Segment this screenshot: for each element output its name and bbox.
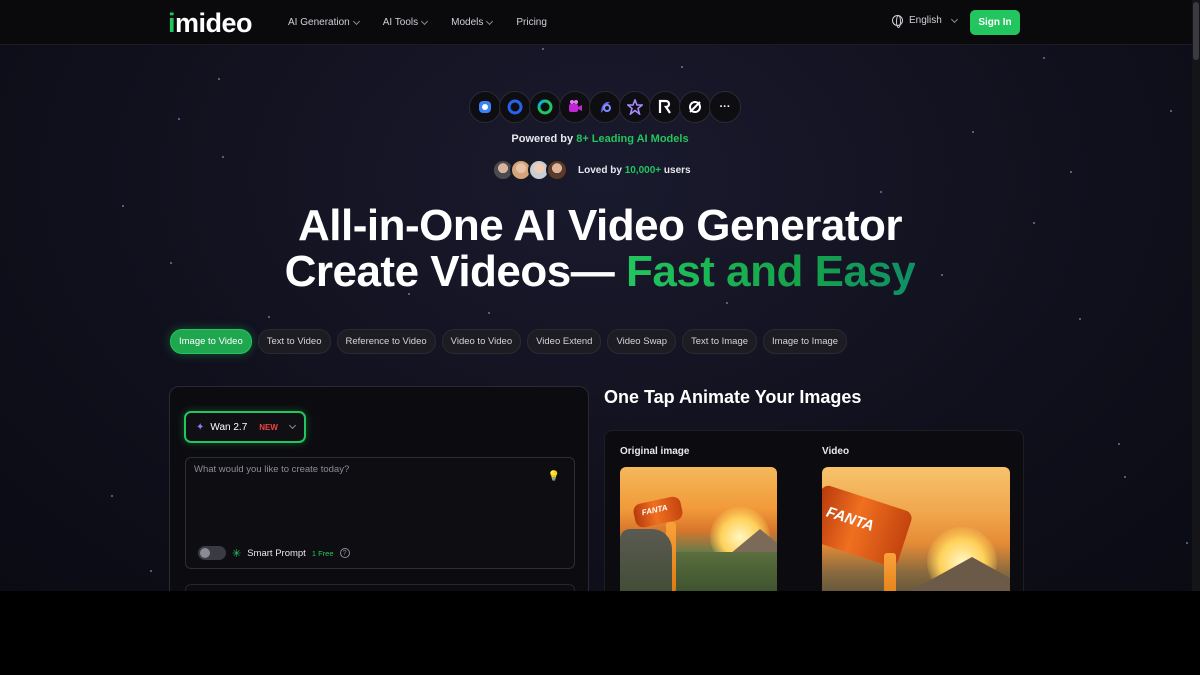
loved-suffix: users [661, 164, 691, 176]
prompt-input[interactable] [186, 458, 526, 498]
tab-image-to-video[interactable]: Image to Video [170, 329, 252, 354]
circle-icon [499, 91, 531, 123]
nav-ai-generation-label: AI Generation [288, 17, 350, 28]
smart-prompt-label: Smart Prompt [247, 547, 306, 559]
video-label: Video [822, 446, 850, 457]
hero-title-accent: Fast and Easy [625, 247, 916, 296]
ai-model-icons: ··· [469, 91, 741, 123]
logo-text: mideo [175, 8, 253, 38]
kling-icon [529, 91, 561, 123]
loved-count: 10,000+ [624, 164, 662, 176]
loved-by-users: Loved by 10,000+ users [492, 159, 691, 181]
language-label: English [909, 15, 942, 26]
globe-icon [892, 15, 903, 28]
camera-icon [559, 91, 591, 123]
star-icon [619, 91, 651, 123]
scrollbar-thumb[interactable] [1193, 2, 1199, 60]
soda-pour [884, 553, 896, 591]
tab-reference-to-video[interactable]: Reference to Video [336, 329, 436, 354]
sparkle-icon: ✳ [232, 547, 242, 560]
nav-pricing[interactable]: Pricing [516, 17, 547, 28]
page-viewport: imideo AI Generation AI Tools Models Pri… [0, 0, 1200, 591]
wan-model-icon: ✦ [196, 421, 205, 433]
hero-title: All-in-One AI Video Generator Create Vid… [0, 203, 1200, 295]
rock [620, 529, 672, 591]
loved-by-text: Loved by 10,000+ users [578, 165, 691, 176]
hero-title-line2: Create Videos— Fast and Easy [0, 249, 1200, 295]
avatar [546, 159, 568, 181]
showcase-title: One Tap Animate Your Images [604, 387, 862, 407]
can-label: FANTA [640, 503, 669, 518]
generator-panel: ✦ Wan 2.7 NEW 💡 ✳ Smart Prompt 1 Free ? [169, 386, 589, 591]
chevron-down-icon [352, 17, 360, 25]
prompt-box: 💡 ✳ Smart Prompt 1 Free ? [185, 457, 575, 569]
soda-can: FANTA [822, 483, 914, 569]
tab-text-to-image[interactable]: Text to Image [682, 329, 758, 354]
tab-video-to-video[interactable]: Video to Video [441, 329, 522, 354]
imideo-logo[interactable]: imideo [168, 8, 253, 39]
loved-prefix: Loved by [578, 164, 625, 176]
tab-image-to-image[interactable]: Image to Image [763, 329, 848, 354]
nav-models-label: Models [451, 17, 484, 28]
more-icon[interactable]: ··· [709, 91, 741, 123]
upload-area[interactable] [185, 584, 575, 591]
powered-prefix: Powered by [511, 133, 577, 145]
nav-ai-tools[interactable]: AI Tools [382, 17, 429, 28]
luma-icon [679, 91, 711, 123]
logo-accent: i [168, 8, 176, 38]
showcase-card: Original image Video FANTA FANTA [604, 430, 1024, 591]
tab-video-swap[interactable]: Video Swap [607, 329, 676, 354]
pika-icon [589, 91, 621, 123]
hero-title-plain: Create Videos— [284, 247, 626, 296]
nav-models[interactable]: Models [451, 17, 494, 28]
original-image-label: Original image [620, 446, 690, 457]
tab-text-to-video[interactable]: Text to Video [257, 329, 331, 354]
top-navbar: imideo AI Generation AI Tools Models Pri… [0, 0, 1200, 45]
chevron-down-icon [950, 15, 958, 23]
chevron-down-icon [421, 17, 429, 25]
powered-by-text: Powered by 8+ Leading AI Models [0, 133, 1200, 145]
nav-ai-tools-label: AI Tools [382, 17, 419, 28]
video-preview[interactable]: FANTA [822, 467, 1010, 591]
generator-tabs: Image to Video Text to Video Reference t… [170, 329, 848, 354]
powered-highlight: 8+ Leading AI Models [576, 133, 689, 145]
smart-prompt-free-count: 1 Free [311, 548, 334, 558]
smart-prompt-row: ✳ Smart Prompt 1 Free ? [198, 546, 350, 560]
model-name: Wan 2.7 [210, 421, 248, 433]
hailuo-icon [469, 91, 501, 123]
nav-ai-generation[interactable]: AI Generation [288, 17, 360, 28]
smart-prompt-toggle[interactable] [198, 546, 226, 560]
help-icon[interactable]: ? [339, 548, 350, 558]
nav-pricing-label: Pricing [516, 17, 547, 28]
can-label: FANTA [824, 503, 876, 535]
sign-in-button[interactable]: Sign In [970, 10, 1020, 35]
chevron-down-icon [486, 17, 494, 25]
page-scrollbar[interactable] [1192, 0, 1200, 591]
lightbulb-icon[interactable]: 💡 [548, 471, 560, 482]
hero-title-line1: All-in-One AI Video Generator [297, 201, 903, 250]
language-selector[interactable]: English [892, 15, 958, 28]
mountain [882, 557, 1010, 591]
tab-video-extend[interactable]: Video Extend [527, 329, 602, 354]
chevron-down-icon [288, 421, 296, 430]
new-badge: NEW [259, 422, 278, 432]
original-image: FANTA [620, 467, 777, 591]
soda-can: FANTA [632, 495, 684, 529]
runway-icon [649, 91, 681, 123]
nav-links: AI Generation AI Tools Models Pricing [288, 0, 571, 45]
model-selector[interactable]: ✦ Wan 2.7 NEW [184, 411, 306, 443]
